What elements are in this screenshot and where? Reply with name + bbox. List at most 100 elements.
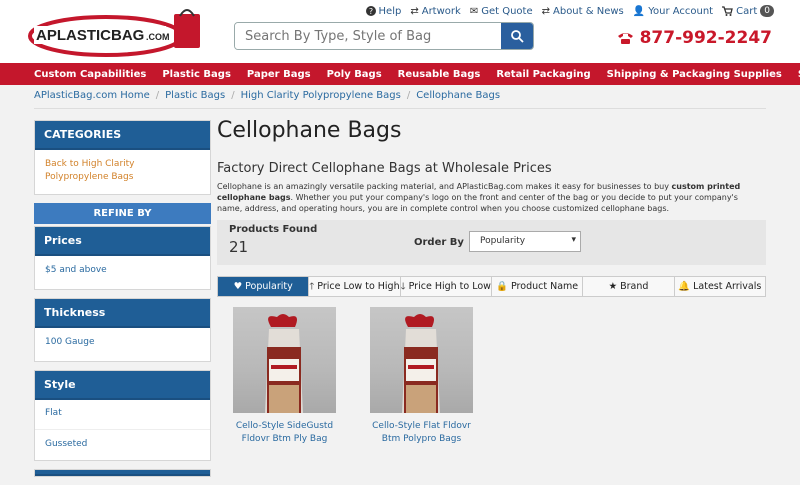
breadcrumb-current[interactable]: Cellophane Bags — [416, 90, 500, 101]
bell-icon: 🔔 — [678, 281, 691, 292]
style-panel: Style Flat Gusseted — [34, 370, 211, 461]
price-filter-option[interactable]: $5 and above — [35, 256, 210, 289]
nav-item-poly-bags[interactable]: Poly Bags — [319, 69, 390, 80]
breadcrumb-polypropylene[interactable]: High Clarity Polypropylene Bags — [241, 90, 401, 101]
help-link[interactable]: ? Help — [365, 5, 402, 17]
thickness-heading: Thickness — [35, 299, 210, 328]
product-image[interactable] — [233, 307, 336, 413]
breadcrumb-separator: / — [155, 90, 160, 101]
search-button[interactable] — [501, 23, 533, 49]
product-name-line: Fldovr Btm Ply Bag — [241, 434, 328, 444]
quote-link[interactable]: ✉ Get Quote — [470, 6, 533, 17]
sort-tab-label: Price Low to High — [317, 281, 400, 292]
divider — [34, 108, 766, 109]
nav-item-sales[interactable]: Sales — [790, 69, 800, 80]
svg-text:.COM: .COM — [146, 32, 170, 42]
phone-number[interactable]: 877-992-2247 — [617, 28, 772, 48]
style-filter-gusseted[interactable]: Gusseted — [35, 429, 210, 460]
cart-label: Cart — [736, 5, 758, 17]
breadcrumb: APlasticBag.com Home / Plastic Bags / Hi… — [34, 90, 500, 101]
main-nav: Custom Capabilities Plastic Bags Paper B… — [0, 63, 800, 85]
products-found-count: 21 — [229, 238, 249, 256]
style-filter-flat[interactable]: Flat — [35, 400, 210, 429]
description-text: Cellophane is an amazingly versatile pac… — [217, 182, 672, 191]
help-label: Help — [378, 5, 402, 17]
chevron-down-icon: ▾ — [571, 235, 576, 245]
exchange-icon: ⇄ — [541, 5, 550, 17]
search-bar — [234, 22, 534, 50]
next-panel-heading — [35, 470, 210, 476]
nav-item-shipping-supplies[interactable]: Shipping & Packaging Supplies — [599, 69, 790, 80]
sort-tab-label: Price High to Low — [408, 281, 491, 292]
sort-tab-brand[interactable]: ★ Brand — [582, 277, 673, 296]
nav-item-custom-capabilities[interactable]: Custom Capabilities — [26, 69, 154, 80]
search-input[interactable] — [235, 23, 503, 49]
nav-item-retail-packaging[interactable]: Retail Packaging — [488, 69, 598, 80]
account-label: Your Account — [648, 5, 714, 17]
heart-icon: ♥ — [233, 281, 243, 292]
nav-item-plastic-bags[interactable]: Plastic Bags — [154, 69, 239, 80]
cellophane-bag-image — [402, 314, 440, 413]
sort-tab-label: Popularity — [245, 281, 293, 292]
product-name-line: Cello-Style Flat Fldovr — [372, 421, 471, 431]
cellophane-bag-image — [265, 314, 303, 413]
question-circle-icon: ? — [365, 6, 376, 16]
refine-by-heading: REFINE BY — [34, 203, 211, 224]
about-label: About & News — [553, 5, 624, 17]
page-title: Cellophane Bags — [217, 118, 402, 143]
sort-tab-price-low[interactable]: 🡑 Price Low to High — [308, 277, 400, 296]
utility-links: ? Help ⇄ Artwork ✉ Get Quote ⇄ About & N… — [365, 4, 774, 18]
phone-text: 877-992-2247 — [639, 28, 772, 48]
cart-count-badge: 0 — [760, 5, 774, 17]
about-link[interactable]: ⇄ About & News — [542, 6, 624, 17]
page-subtitle: Factory Direct Cellophane Bags at Wholes… — [217, 161, 552, 176]
breadcrumb-plastic-bags[interactable]: Plastic Bags — [165, 90, 225, 101]
order-by-select[interactable]: Popularity ▾ — [469, 231, 581, 252]
sort-tab-label: Product Name — [511, 281, 579, 292]
results-toolbar: Products Found 21 Order By Popularity ▾ — [217, 220, 766, 265]
exchange-icon: ⇄ — [410, 5, 419, 17]
thickness-filter-option[interactable]: 100 Gauge — [35, 328, 210, 361]
prices-heading: Prices — [35, 227, 210, 256]
svg-text:APLASTICBAG: APLASTICBAG — [36, 27, 144, 44]
arrow-up-icon: 🡑 — [309, 280, 315, 292]
thickness-panel: Thickness 100 Gauge — [34, 298, 211, 362]
breadcrumb-separator: / — [231, 90, 235, 101]
sort-tab-latest[interactable]: 🔔 Latest Arrivals — [673, 277, 765, 296]
order-by-label: Order By — [414, 237, 464, 248]
product-name[interactable]: Cello-Style Flat Fldovr Btm Polypro Bags — [370, 420, 473, 446]
order-by-value: Popularity — [480, 236, 526, 246]
product-name-line: Btm Polypro Bags — [381, 434, 462, 444]
products-found-label: Products Found — [229, 224, 318, 235]
sort-tab-price-high[interactable]: 🡓 Price High to Low — [399, 277, 491, 296]
description-text: . Whether you put your company's logo on… — [217, 193, 738, 213]
sort-tab-label: Latest Arrivals — [693, 281, 762, 292]
sort-tab-product-name[interactable]: 🔒 Product Name — [490, 277, 582, 296]
artwork-link[interactable]: ⇄ Artwork — [410, 6, 460, 17]
site-logo[interactable]: APLASTICBAG .COM — [28, 4, 208, 58]
categories-heading: CATEGORIES — [35, 121, 210, 150]
product-card[interactable]: Cello-Style Flat Fldovr Btm Polypro Bags — [370, 307, 473, 446]
product-image[interactable] — [370, 307, 473, 413]
cart-icon — [722, 6, 733, 16]
nav-item-reusable-bags[interactable]: Reusable Bags — [390, 69, 489, 80]
back-category-link[interactable]: Back to High Clarity Polypropylene Bags — [35, 150, 210, 194]
sidebar: CATEGORIES Back to High Clarity Polyprop… — [34, 120, 211, 485]
breadcrumb-separator: / — [406, 90, 411, 101]
artwork-label: Artwork — [421, 5, 461, 17]
sort-tab-label: Brand — [620, 281, 649, 292]
cart-link[interactable]: Cart 0 — [722, 5, 774, 17]
product-name[interactable]: Cello-Style SideGustd Fldovr Btm Ply Bag — [233, 420, 336, 446]
main-content: Cellophane Bags Factory Direct Cellophan… — [217, 110, 783, 446]
sort-tab-popularity[interactable]: ♥ Popularity — [218, 277, 309, 296]
product-grid: Cello-Style SideGustd Fldovr Btm Ply Bag… — [217, 307, 783, 446]
envelope-icon: ✉ — [469, 5, 479, 17]
breadcrumb-home[interactable]: APlasticBag.com Home — [34, 90, 150, 101]
quote-label: Get Quote — [481, 5, 533, 17]
product-card[interactable]: Cello-Style SideGustd Fldovr Btm Ply Bag — [233, 307, 336, 446]
star-icon: ★ — [608, 281, 618, 292]
nav-item-paper-bags[interactable]: Paper Bags — [239, 69, 319, 80]
account-link[interactable]: 👤 Your Account — [633, 6, 713, 17]
sort-tabs: ♥ Popularity 🡑 Price Low to High 🡓 Price Hi… — [217, 276, 766, 297]
phone-icon — [617, 33, 633, 44]
